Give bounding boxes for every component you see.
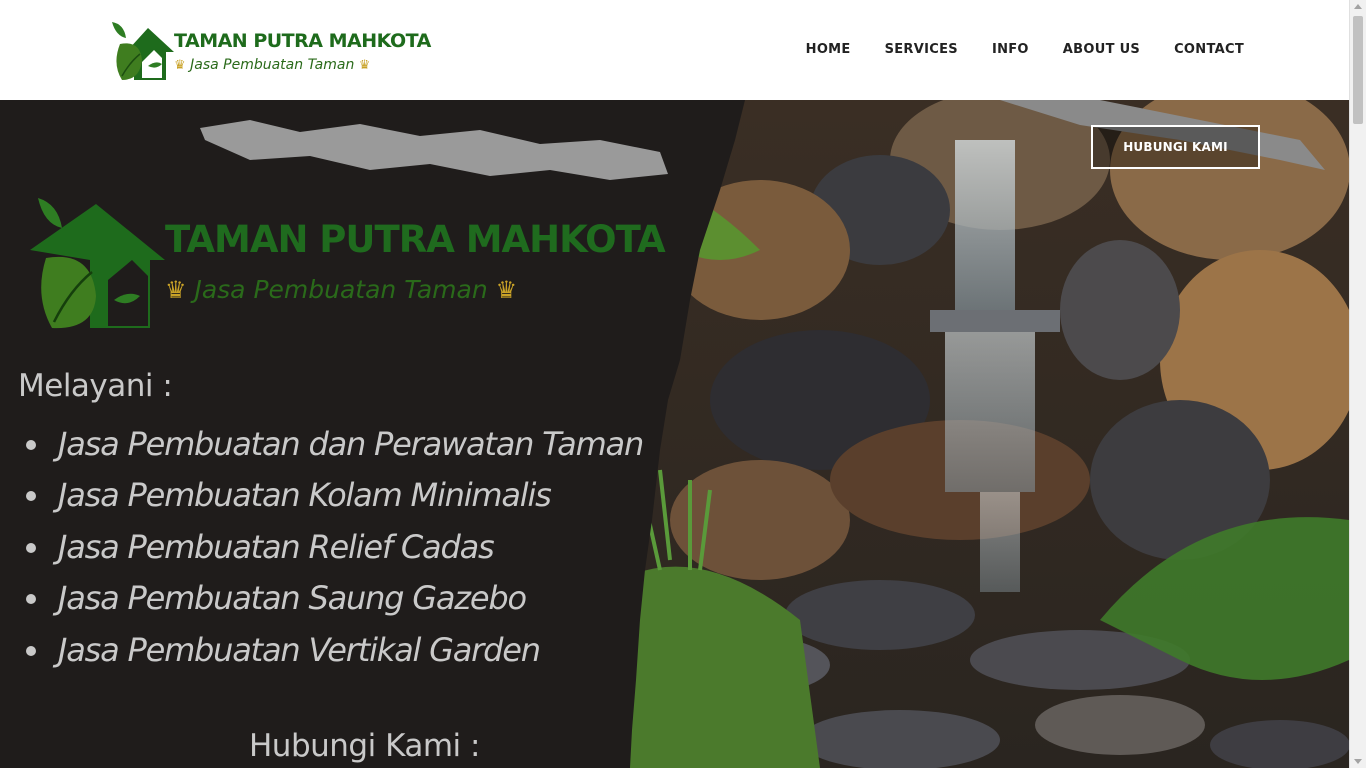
list-item: Jasa Pembuatan dan Perawatan Taman bbox=[26, 418, 644, 470]
nav-services[interactable]: SERVICES bbox=[885, 42, 958, 57]
house-leaf-logo-icon bbox=[112, 22, 174, 80]
hero-logo-title: TAMAN PUTRA MAHKOTA bbox=[165, 218, 666, 261]
hero-logo-tagline: Jasa Pembuatan Taman bbox=[194, 275, 488, 304]
service-label: Jasa Pembuatan dan Perawatan Taman bbox=[58, 424, 644, 463]
hero-logo-tagline-row: ♛ Jasa Pembuatan Taman ♛ bbox=[165, 275, 517, 304]
main-nav: HOME SERVICES INFO ABOUT US CONTACT bbox=[806, 42, 1244, 57]
nav-home[interactable]: HOME bbox=[806, 42, 851, 57]
logo-title: TAMAN PUTRA MAHKOTA bbox=[174, 30, 431, 52]
logo-tagline-row: ♛ Jasa Pembuatan Taman ♛ bbox=[174, 57, 370, 73]
contact-us-button[interactable]: HUBUNGI KAMI bbox=[1091, 125, 1260, 169]
service-label: Jasa Pembuatan Vertikal Garden bbox=[58, 630, 541, 669]
service-label: Jasa Pembuatan Saung Gazebo bbox=[58, 579, 527, 618]
page-scrollbar[interactable] bbox=[1349, 0, 1366, 768]
nav-info[interactable]: INFO bbox=[992, 42, 1029, 57]
list-item: Jasa Pembuatan Saung Gazebo bbox=[26, 573, 643, 625]
hero-banner: TAMAN PUTRA MAHKOTA ♛ Jasa Pembuatan Tam… bbox=[0, 100, 1349, 768]
bullet-icon bbox=[26, 645, 36, 656]
scrollbar-thumb[interactable] bbox=[1353, 16, 1363, 124]
list-item: Jasa Pembuatan Vertikal Garden bbox=[26, 624, 643, 676]
crown-icon: ♛ bbox=[495, 276, 518, 304]
hero-text-block: TAMAN PUTRA MAHKOTA ♛ Jasa Pembuatan Tam… bbox=[0, 100, 680, 768]
bullet-icon bbox=[26, 491, 36, 502]
bullet-icon bbox=[26, 439, 36, 450]
site-logo[interactable]: TAMAN PUTRA MAHKOTA ♛ Jasa Pembuatan Tam… bbox=[106, 18, 431, 84]
logo-tagline: Jasa Pembuatan Taman bbox=[190, 57, 355, 73]
scroll-down-arrow-icon[interactable] bbox=[1354, 759, 1362, 764]
scroll-up-arrow-icon[interactable] bbox=[1354, 4, 1362, 9]
bullet-icon bbox=[26, 594, 36, 605]
nav-about-us[interactable]: ABOUT US bbox=[1063, 42, 1140, 57]
contact-heading: Hubungi Kami : bbox=[249, 728, 480, 764]
services-list: Jasa Pembuatan dan Perawatan Taman Jasa … bbox=[26, 418, 644, 676]
site-header: TAMAN PUTRA MAHKOTA ♛ Jasa Pembuatan Tam… bbox=[0, 0, 1349, 100]
crown-icon: ♛ bbox=[174, 58, 186, 73]
nav-contact[interactable]: CONTACT bbox=[1174, 42, 1244, 57]
crown-icon: ♛ bbox=[165, 276, 187, 304]
list-item: Jasa Pembuatan Kolam Minimalis bbox=[26, 470, 643, 522]
crown-icon: ♛ bbox=[358, 58, 371, 73]
list-item: Jasa Pembuatan Relief Cadas bbox=[26, 521, 643, 573]
service-label: Jasa Pembuatan Kolam Minimalis bbox=[58, 476, 552, 515]
bullet-icon bbox=[26, 542, 36, 553]
service-label: Jasa Pembuatan Relief Cadas bbox=[58, 527, 495, 566]
services-heading: Melayani : bbox=[18, 368, 173, 404]
